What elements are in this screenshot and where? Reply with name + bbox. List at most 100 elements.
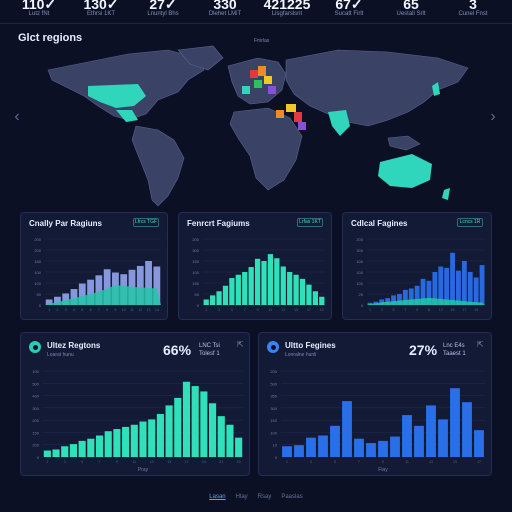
- panel-ultto: Ultto Fegines Lonralne hunli 27% Lnc E4s…: [258, 332, 492, 476]
- y-tick-label: 100: [356, 281, 363, 286]
- chart-bar[interactable]: [95, 435, 104, 458]
- x-tick-label: 17: [477, 460, 481, 464]
- chart-bar[interactable]: [456, 270, 461, 305]
- chart-bar[interactable]: [216, 291, 222, 305]
- stat-item: 130✓ Ethrsi 1KT: [75, 0, 127, 18]
- y-tick-label: 150: [32, 430, 39, 435]
- chart-bar[interactable]: [294, 445, 304, 457]
- chart-bar[interactable]: [354, 438, 364, 457]
- map-region-eu-orange: [258, 66, 266, 76]
- stat-value: 110✓: [21, 0, 57, 12]
- chart-bar[interactable]: [226, 424, 234, 457]
- chart-bar[interactable]: [414, 425, 424, 457]
- chart-bar[interactable]: [217, 416, 225, 457]
- chart-bar[interactable]: [43, 450, 51, 457]
- stat-item: 27✓ Lnuntyl Bhs: [137, 0, 189, 18]
- chevron-left-icon[interactable]: ‹: [10, 108, 24, 126]
- chart-bar[interactable]: [318, 435, 328, 458]
- chart-bar[interactable]: [242, 272, 248, 305]
- footer-link[interactable]: Lasan: [209, 494, 225, 504]
- chart-bar[interactable]: [87, 438, 95, 457]
- chart-bar[interactable]: [378, 440, 388, 457]
- stat-label: Dlehet LMiT: [208, 11, 242, 17]
- chart-bar[interactable]: [182, 381, 191, 457]
- chart-bar[interactable]: [461, 261, 467, 305]
- chart-bar[interactable]: [306, 284, 312, 305]
- chart-bar[interactable]: [282, 446, 292, 457]
- x-tick-label: 1: [369, 308, 371, 312]
- chart-bar[interactable]: [274, 258, 280, 305]
- chart-bar[interactable]: [366, 443, 376, 457]
- chart-bar[interactable]: [122, 426, 130, 457]
- y-tick-label: 100: [34, 281, 41, 286]
- chart-bar[interactable]: [402, 415, 412, 457]
- chart-bar[interactable]: [299, 278, 306, 305]
- footer-link[interactable]: Hlay: [236, 494, 248, 504]
- chart-bar[interactable]: [462, 402, 472, 457]
- x-tick-label: 11: [130, 308, 134, 312]
- x-tick-label: 3: [65, 308, 67, 312]
- chart-bar[interactable]: [139, 421, 147, 457]
- chart: 2003001001001002501 3 5 7 9 11 13 15 17 19: [356, 237, 485, 312]
- chart-bar[interactable]: [209, 295, 216, 305]
- chart-bar[interactable]: [229, 278, 235, 305]
- chart-bar[interactable]: [261, 261, 267, 305]
- y-tick-label: 200: [192, 237, 199, 242]
- chart-bar[interactable]: [467, 272, 473, 305]
- chart-bar[interactable]: [473, 277, 479, 306]
- chart-bar[interactable]: [52, 449, 60, 457]
- chart-bar[interactable]: [235, 274, 241, 305]
- chart-bar[interactable]: [61, 446, 69, 457]
- map-region-australia-highlight: [378, 154, 432, 188]
- chart-bar[interactable]: [479, 265, 485, 305]
- chart-bar[interactable]: [130, 424, 138, 457]
- chart-bar[interactable]: [222, 285, 229, 305]
- chart-bar[interactable]: [191, 386, 199, 457]
- stat-label: Lutz fNt: [28, 11, 50, 17]
- stat-item: 330 Dlehet LMiT: [199, 0, 251, 18]
- chart-bar[interactable]: [104, 431, 112, 457]
- chart-bar[interactable]: [148, 419, 156, 457]
- chart-bar[interactable]: [174, 397, 182, 457]
- x-tick-label: 17: [184, 460, 188, 464]
- chart-bar[interactable]: [474, 430, 484, 457]
- chart-bar[interactable]: [287, 272, 293, 305]
- chart-bar[interactable]: [450, 388, 460, 457]
- x-tick-label: 7: [98, 308, 100, 312]
- chart-bar[interactable]: [203, 299, 209, 306]
- chart-bar[interactable]: [78, 440, 86, 457]
- chart-bar[interactable]: [156, 414, 164, 457]
- chart-bar[interactable]: [306, 437, 316, 457]
- chart-bar[interactable]: [319, 296, 325, 305]
- chart-bar[interactable]: [280, 266, 286, 306]
- chart-bar[interactable]: [235, 437, 243, 457]
- chart-bar[interactable]: [209, 403, 217, 457]
- footer-link[interactable]: Paaslas: [281, 494, 302, 504]
- chart-bar[interactable]: [113, 429, 121, 457]
- chevron-right-icon[interactable]: ›: [486, 108, 500, 126]
- chart-bar[interactable]: [200, 391, 208, 457]
- stat-item: 67✓ Sucatt Firlt: [323, 0, 375, 18]
- y-tick-label: 0: [197, 303, 200, 308]
- chart-bar[interactable]: [330, 425, 340, 457]
- y-tick-label: 0: [361, 303, 364, 308]
- chart-area: [367, 297, 485, 305]
- chart-bar[interactable]: [450, 252, 455, 305]
- chart-bar[interactable]: [69, 444, 77, 457]
- chart-bar[interactable]: [312, 291, 319, 305]
- chart-bar[interactable]: [293, 274, 299, 305]
- chart-bar[interactable]: [342, 401, 352, 457]
- world-map[interactable]: [28, 40, 484, 212]
- y-tick-label: 50: [37, 292, 42, 297]
- y-tick-label: 160: [34, 259, 41, 264]
- chart-bar[interactable]: [267, 254, 274, 305]
- chart: 2005003503001501001001 3 5 7 9 11 13 15 17Fiay: [270, 369, 485, 473]
- chart-bar[interactable]: [254, 258, 261, 305]
- chart-bar[interactable]: [438, 419, 448, 457]
- chart-bar[interactable]: [165, 405, 173, 457]
- chart-bar[interactable]: [248, 267, 254, 305]
- x-tick-label: 12: [138, 308, 142, 312]
- footer-link[interactable]: Rsay: [258, 494, 272, 504]
- chart-bar[interactable]: [426, 405, 436, 457]
- chart-bar[interactable]: [390, 436, 400, 457]
